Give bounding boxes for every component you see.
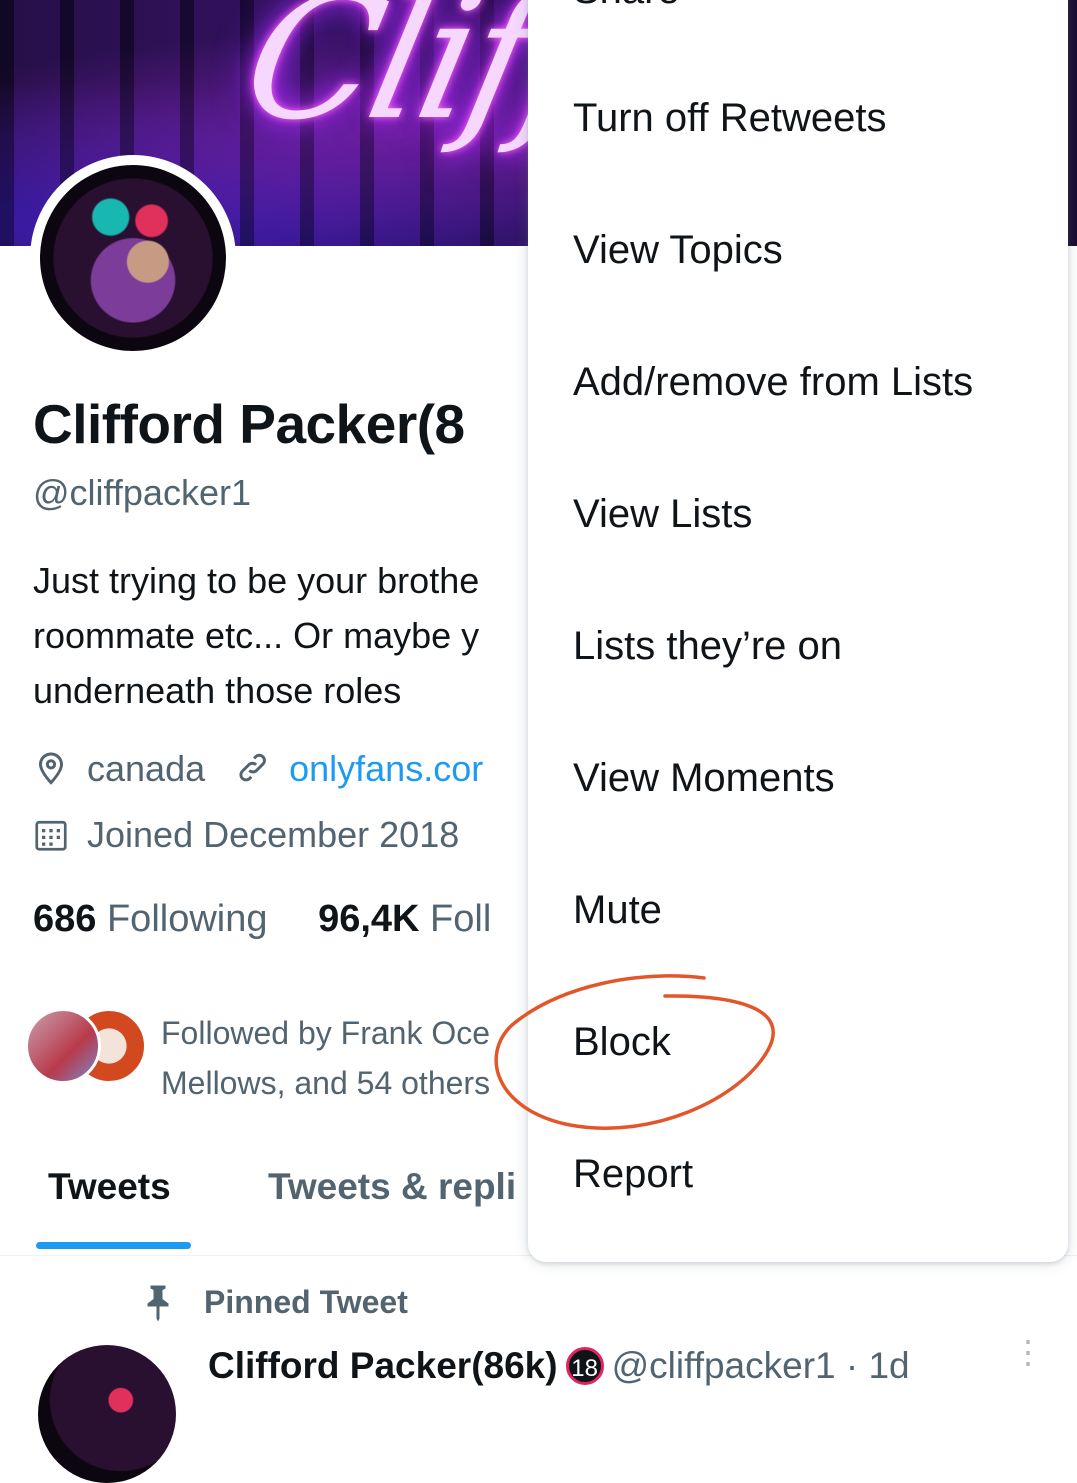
- profile-actions-menu: Share Turn off Retweets View Topics Add/…: [528, 0, 1068, 1262]
- menu-item-view-lists[interactable]: View Lists: [573, 492, 752, 537]
- followed-by-text: Followed by Frank Oce Mellows, and 54 ot…: [161, 1008, 541, 1108]
- menu-item-turn-off-retweets[interactable]: Turn off Retweets: [573, 96, 886, 141]
- avatar[interactable]: [40, 165, 226, 351]
- calendar-icon: [35, 820, 67, 851]
- follower-avatar: [25, 1008, 101, 1084]
- joined-date: Joined December 2018: [87, 814, 460, 855]
- following-stat[interactable]: 686 Following: [33, 898, 268, 940]
- profile-avatar-frame: [30, 155, 236, 361]
- location-text: canada: [87, 748, 206, 789]
- link-icon: [239, 753, 267, 782]
- followers-count: 96,4K: [318, 898, 420, 940]
- followers-stat[interactable]: 96,4K Foll: [318, 898, 491, 940]
- menu-item-view-topics[interactable]: View Topics: [573, 228, 783, 273]
- menu-item-block[interactable]: Block: [573, 1020, 671, 1065]
- tab-tweets[interactable]: Tweets: [48, 1166, 171, 1208]
- pinned-text: Pinned Tweet: [204, 1283, 408, 1320]
- tweet-author-name[interactable]: Clifford Packer(86k): [208, 1345, 558, 1387]
- menu-item-view-moments[interactable]: View Moments: [573, 756, 835, 801]
- profile-meta-location-link: canada onlyfans.cor: [33, 748, 483, 790]
- menu-item-share[interactable]: Share: [573, 0, 680, 13]
- menu-item-report[interactable]: Report: [573, 1152, 693, 1197]
- tweet-handle-time: @cliffpacker1 · 1d: [611, 1345, 910, 1386]
- profile-meta-joined: Joined December 2018: [33, 814, 459, 856]
- profile-handle: @cliffpacker1: [33, 472, 251, 513]
- active-tab-indicator: [36, 1242, 191, 1249]
- location-pin-icon: [39, 752, 63, 785]
- followed-by-line: Followed by Frank Oce: [161, 1015, 491, 1051]
- followed-by-line: Mellows, and 54 others: [161, 1065, 491, 1101]
- following-label: Following: [106, 898, 268, 940]
- menu-item-lists-theyre-on[interactable]: Lists they’re on: [573, 624, 842, 669]
- tab-tweets-and-replies[interactable]: Tweets & repli: [268, 1166, 516, 1208]
- profile-stats: 686 Following 96,4K Foll: [33, 898, 491, 941]
- pinned-tweet-label: Pinned Tweet: [140, 1282, 408, 1322]
- profile-link[interactable]: onlyfans.cor: [289, 748, 483, 790]
- menu-item-mute[interactable]: Mute: [573, 888, 662, 933]
- more-options-icon[interactable]: ⋮: [1012, 1336, 1044, 1368]
- menu-item-add-remove-lists[interactable]: Add/remove from Lists: [573, 360, 973, 405]
- tweet-header: Clifford Packer(86k) 18 @cliffpacker1 · …: [208, 1345, 910, 1387]
- age-badge: 18: [565, 1347, 604, 1385]
- pin-icon: [147, 1285, 169, 1322]
- tweet-author-avatar[interactable]: [38, 1345, 176, 1483]
- profile-name: Clifford Packer(8: [33, 393, 465, 455]
- followers-label: Foll: [430, 898, 492, 940]
- following-count: 686: [33, 898, 97, 940]
- followed-by[interactable]: Followed by Frank Oce Mellows, and 54 ot…: [25, 1008, 541, 1108]
